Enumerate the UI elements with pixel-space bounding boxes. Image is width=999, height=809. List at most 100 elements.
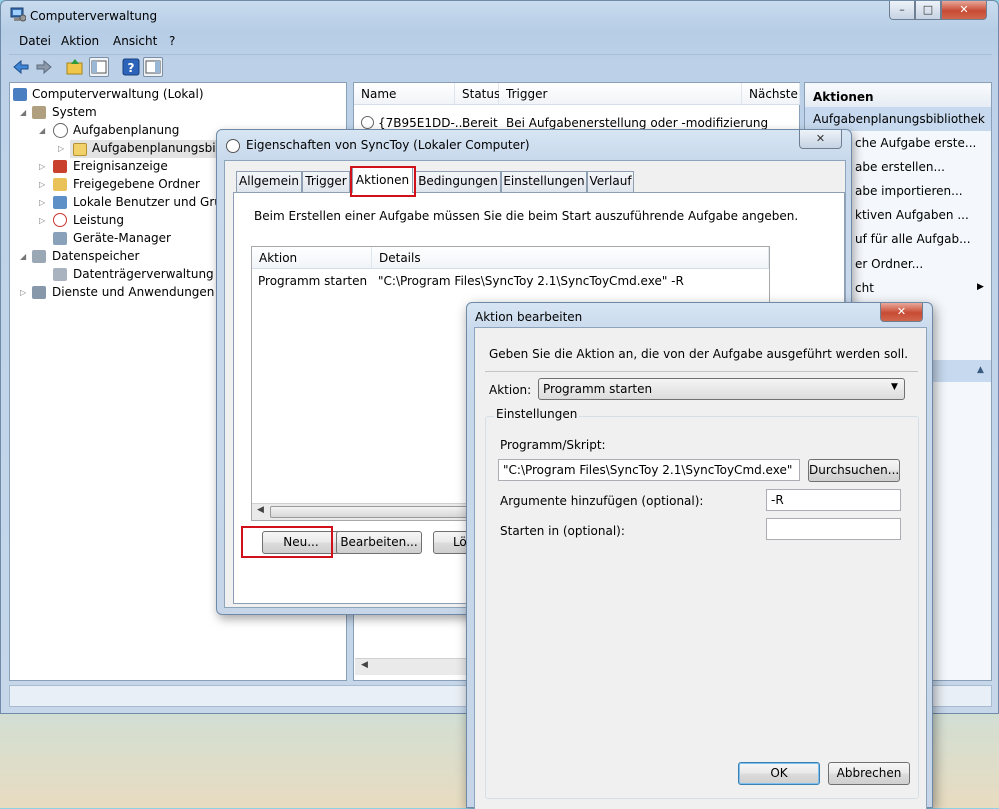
cancel-button[interactable]: Abbrechen <box>828 762 910 785</box>
shared-folder-icon <box>53 178 67 191</box>
tree-item-datentraegerverwaltung[interactable]: Datenträgerverwaltung <box>73 267 214 281</box>
collapse-triangle-icon[interactable]: ◢ <box>20 252 26 261</box>
collapse-triangle-icon[interactable]: ◢ <box>39 126 45 135</box>
tree-item-root[interactable]: Computerverwaltung (Lokal) <box>32 87 204 101</box>
menu-help[interactable]: ? <box>169 34 175 48</box>
tab-einstellungen[interactable]: Einstellungen <box>501 171 587 192</box>
storage-icon <box>32 250 46 263</box>
column-header-naechste[interactable]: Nächste <box>742 83 800 105</box>
edit-dialog-title: Aktion bearbeiten <box>475 310 583 324</box>
settings-group-label: Einstellungen <box>494 407 580 421</box>
column-header-status[interactable]: Status <box>455 83 500 105</box>
tree-item-leistung[interactable]: Leistung <box>73 213 124 227</box>
tree-item-datenspeicher[interactable]: Datenspeicher <box>52 249 139 263</box>
menu-ansicht[interactable]: Ansicht <box>113 34 157 48</box>
computer-icon <box>13 88 27 101</box>
task-status: Bereit <box>462 116 498 130</box>
highlight-tab-aktionen <box>350 166 416 197</box>
event-viewer-icon <box>53 160 67 173</box>
task-clock-icon <box>361 116 374 129</box>
expand-triangle-icon[interactable]: ▷ <box>39 180 45 189</box>
menu-aktion[interactable]: Aktion <box>61 34 99 48</box>
scroll-left-icon[interactable]: ◀ <box>361 660 368 670</box>
expand-triangle-icon[interactable]: ▷ <box>58 144 64 153</box>
forward-arrow-icon[interactable] <box>34 57 54 77</box>
program-label: Programm/Skript: <box>500 438 606 452</box>
tab-verlauf[interactable]: Verlauf <box>587 171 634 192</box>
program-input[interactable]: "C:\Program Files\SyncToy 2.1\SyncToyCmd… <box>498 459 800 481</box>
submenu-arrow-icon: ▶ <box>977 282 984 292</box>
tab-bedingungen[interactable]: Bedingungen <box>415 171 501 192</box>
collapse-section-icon[interactable]: ▲ <box>977 365 984 375</box>
expand-triangle-icon[interactable]: ▷ <box>39 216 45 225</box>
edit-action-button[interactable]: Bearbeiten... <box>336 531 422 554</box>
action-dropdown-value: Programm starten <box>543 382 653 396</box>
start-in-label: Starten in (optional): <box>500 524 625 538</box>
row-details: "C:\Program Files\SyncToy 2.1\SyncToyCmd… <box>378 274 684 288</box>
chevron-down-icon: ▼ <box>891 382 898 392</box>
tree-item-freigegebene-ordner[interactable]: Freigegebene Ordner <box>73 177 200 191</box>
task-name: {7B95E1DD-... <box>378 116 467 130</box>
menu-datei[interactable]: Datei <box>19 34 51 48</box>
edit-instruction: Geben Sie die Aktion an, die von der Auf… <box>489 347 909 361</box>
table-row[interactable]: Programm starten "C:\Program Files\SyncT… <box>252 271 769 291</box>
back-arrow-icon[interactable] <box>11 57 31 77</box>
highlight-new-button <box>241 526 333 558</box>
column-header-aktion[interactable]: Aktion <box>252 247 372 269</box>
column-header-details[interactable]: Details <box>372 247 769 269</box>
properties-close-button[interactable]: ✕ <box>799 130 842 149</box>
toolbar: ? <box>9 54 992 79</box>
up-folder-icon[interactable] <box>65 57 85 77</box>
help-icon[interactable]: ? <box>121 57 141 77</box>
action-label: Aktion: <box>489 383 532 397</box>
svg-text:?: ? <box>128 61 135 75</box>
args-input[interactable]: -R <box>766 489 901 511</box>
tree-item-ereignisanzeige[interactable]: Ereignisanzeige <box>73 159 168 173</box>
divider <box>485 371 918 372</box>
actions-header: Aktionen <box>805 85 991 109</box>
clock-icon <box>53 123 68 138</box>
users-icon <box>53 196 67 209</box>
scrollbar-thumb[interactable] <box>270 506 470 518</box>
close-button[interactable]: ✕ <box>941 1 987 20</box>
expand-triangle-icon[interactable]: ▷ <box>39 198 45 207</box>
row-aktion: Programm starten <box>258 274 368 288</box>
actions-section-header[interactable]: Aufgabenplanungsbibliothek <box>805 107 991 131</box>
device-manager-icon <box>53 232 67 245</box>
column-header-name[interactable]: Name <box>354 83 455 105</box>
performance-icon <box>53 213 67 227</box>
start-in-input[interactable] <box>766 518 901 540</box>
tree-item-dienste[interactable]: Dienste und Anwendungen <box>52 285 214 299</box>
collapse-triangle-icon[interactable]: ◢ <box>20 108 26 117</box>
expand-triangle-icon[interactable]: ▷ <box>39 162 45 171</box>
tab-allgemein[interactable]: Allgemein <box>236 171 302 192</box>
tree-item-aufgabenplanung[interactable]: Aufgabenplanung <box>73 123 179 137</box>
show-hide-action-pane-icon[interactable] <box>143 57 163 77</box>
task-clock-icon <box>226 139 240 153</box>
ok-button[interactable]: OK <box>738 762 820 785</box>
browse-button[interactable]: Durchsuchen... <box>808 459 900 482</box>
properties-dialog-title: Eigenschaften von SyncToy (Lokaler Compu… <box>246 138 530 152</box>
tools-icon <box>32 106 46 119</box>
services-icon <box>32 286 46 299</box>
menu-bar: Datei Aktion Ansicht ? <box>9 32 992 52</box>
edit-dialog-close-button[interactable]: ✕ <box>880 303 923 322</box>
computer-management-icon <box>10 7 27 22</box>
window-title: Computerverwaltung <box>30 9 158 23</box>
disk-management-icon <box>53 268 67 281</box>
show-hide-tree-icon[interactable] <box>89 57 109 77</box>
maximize-button[interactable]: □ <box>915 1 941 20</box>
folder-icon <box>73 143 87 156</box>
minimize-button[interactable]: – <box>889 1 915 20</box>
tree-item-system[interactable]: System <box>52 105 97 119</box>
tree-item-geraete-manager[interactable]: Geräte-Manager <box>73 231 171 245</box>
action-dropdown[interactable]: Programm starten ▼ <box>538 378 905 400</box>
task-trigger: Bei Aufgabenerstellung oder -modifizieru… <box>506 116 769 130</box>
aktionen-description: Beim Erstellen einer Aufgabe müssen Sie … <box>254 209 799 223</box>
expand-triangle-icon[interactable]: ▷ <box>20 288 26 297</box>
tab-trigger[interactable]: Trigger <box>302 171 350 192</box>
edit-action-dialog: Aktion bearbeiten ✕ Geben Sie die Aktion… <box>466 302 933 809</box>
column-header-trigger[interactable]: Trigger <box>499 83 742 105</box>
scroll-left-icon[interactable]: ◀ <box>257 505 264 515</box>
args-label: Argumente hinzufügen (optional): <box>500 494 704 508</box>
